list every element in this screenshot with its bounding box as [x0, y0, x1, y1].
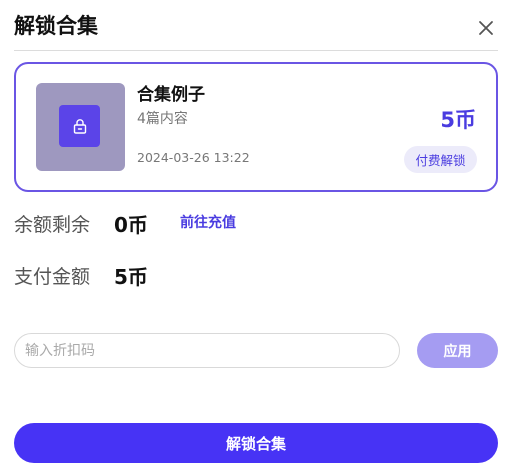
collection-price: 5币	[440, 108, 476, 132]
payment-label: 支付金额	[14, 266, 91, 288]
close-icon	[479, 21, 493, 35]
collection-name: 合集例子	[137, 85, 205, 105]
collection-date: 2024-03-26 13:22	[137, 150, 250, 165]
apply-button[interactable]: 应用	[417, 333, 498, 368]
collection-card: 合集例子 4篇内容 2024-03-26 13:22 5币 付费解锁	[14, 62, 498, 192]
lock-icon	[73, 119, 86, 134]
unlock-collection-button[interactable]: 解锁合集	[14, 423, 498, 463]
balance-value: 0币	[114, 213, 148, 237]
dialog-header: 解锁合集	[0, 0, 505, 52]
header-divider	[14, 50, 498, 51]
lock-badge	[59, 105, 100, 147]
balance-label: 余额剩余	[14, 214, 91, 236]
close-button[interactable]	[474, 16, 498, 40]
recharge-link[interactable]: 前往充值	[180, 213, 236, 233]
discount-code-input[interactable]	[14, 333, 400, 368]
payment-value: 5币	[114, 265, 148, 289]
dialog-title: 解锁合集	[14, 14, 98, 38]
collection-count: 4篇内容	[137, 111, 188, 127]
paid-unlock-badge: 付费解锁	[404, 146, 477, 173]
collection-cover	[36, 83, 125, 171]
